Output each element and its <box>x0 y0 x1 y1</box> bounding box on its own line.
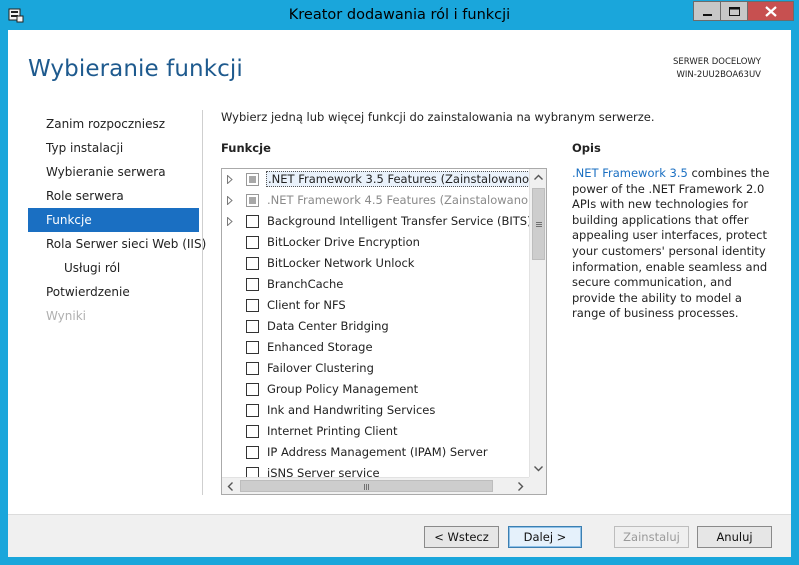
feature-row[interactable]: BitLocker Drive Encryption <box>222 232 529 253</box>
feature-label: BranchCache <box>267 277 344 291</box>
feature-row[interactable]: .NET Framework 4.5 Features (Zainstalowa… <box>222 190 529 211</box>
thumb-grip-line <box>364 484 365 490</box>
feature-row[interactable]: IP Address Management (IPAM) Server <box>222 442 529 463</box>
feature-label: Data Center Bridging <box>267 319 389 333</box>
feature-checkbox[interactable] <box>246 425 259 438</box>
feature-row[interactable]: BranchCache <box>222 274 529 295</box>
feature-row[interactable]: .NET Framework 3.5 Features (Zainstalowa… <box>222 169 529 190</box>
features-tree-list[interactable]: .NET Framework 3.5 Features (Zainstalowa… <box>221 168 547 495</box>
nav-step-server-selection[interactable]: Wybieranie serwera <box>28 160 199 184</box>
next-button[interactable]: Dalej > <box>508 526 582 548</box>
feature-label: .NET Framework 3.5 Features (Zainstalowa… <box>266 171 529 187</box>
feature-row[interactable]: Failover Clustering <box>222 358 529 379</box>
feature-label: Ink and Handwriting Services <box>267 403 436 417</box>
feature-checkbox[interactable] <box>246 257 259 270</box>
target-server-name: WIN-2UU2BOA63UV <box>676 70 762 80</box>
nav-step-results: Wyniki <box>46 309 86 323</box>
feature-label: BitLocker Network Unlock <box>267 256 415 270</box>
title-bar: Kreator dodawania ról i funkcji <box>0 0 799 30</box>
nav-step-web-server-role[interactable]: Rola Serwer sieci Web (IIS) <box>28 232 206 256</box>
page-title: Wybieranie funkcji <box>28 56 243 82</box>
thumb-grip-line <box>536 224 542 225</box>
feature-row[interactable]: Client for NFS <box>222 295 529 316</box>
expand-arrow-icon[interactable] <box>226 175 234 184</box>
feature-row[interactable]: Background Intelligent Transfer Service … <box>222 211 529 232</box>
features-header: Funkcje <box>221 141 271 155</box>
feature-row[interactable]: iSNS Server service <box>222 463 529 477</box>
maximize-button[interactable] <box>721 1 748 21</box>
feature-label: .NET Framework 4.5 Features (Zainstalowa… <box>267 193 529 207</box>
feature-checkbox[interactable] <box>246 194 259 207</box>
feature-row[interactable]: Group Policy Management <box>222 379 529 400</box>
feature-label: iSNS Server service <box>267 466 380 477</box>
feature-row[interactable]: Enhanced Storage <box>222 337 529 358</box>
target-server-info: SERWER DOCELOWY WIN-2UU2BOA63UV <box>673 56 761 82</box>
feature-label: Group Policy Management <box>267 382 419 396</box>
feature-label: IP Address Management (IPAM) Server <box>267 445 488 459</box>
scroll-left-arrow-icon[interactable] <box>222 478 239 495</box>
feature-checkbox[interactable] <box>246 341 259 354</box>
horizontal-scroll-thumb[interactable] <box>240 480 493 492</box>
description-header: Opis <box>572 141 601 155</box>
wizard-client-area: Wybieranie funkcji SERWER DOCELOWY WIN-2… <box>8 30 791 557</box>
nav-step-confirmation[interactable]: Potwierdzenie <box>28 280 199 304</box>
feature-checkbox[interactable] <box>246 467 259 477</box>
instruction-text: Wybierz jedną lub więcej funkcji do zain… <box>221 110 655 124</box>
nav-divider <box>202 110 203 495</box>
expand-arrow-icon[interactable] <box>226 217 234 226</box>
feature-checkbox[interactable] <box>246 362 259 375</box>
feature-label: Enhanced Storage <box>267 340 373 354</box>
wizard-steps-nav: Zanim rozpoczniesz Typ instalacji Wybier… <box>28 112 206 328</box>
nav-step-installation-type[interactable]: Typ instalacji <box>28 136 199 160</box>
thumb-grip-line <box>368 484 369 490</box>
nav-step-features[interactable]: Funkcje <box>28 208 199 232</box>
back-button[interactable]: < Wstecz <box>424 526 499 548</box>
maximize-icon <box>729 7 740 16</box>
feature-label: Client for NFS <box>267 298 346 312</box>
horizontal-scrollbar[interactable] <box>222 477 529 494</box>
nav-step-server-roles[interactable]: Role serwera <box>28 184 199 208</box>
expand-arrow-icon[interactable] <box>226 196 234 205</box>
scroll-down-arrow-icon[interactable] <box>530 460 547 477</box>
feature-checkbox[interactable] <box>246 173 259 186</box>
vertical-scroll-thumb[interactable] <box>532 188 545 260</box>
scroll-up-arrow-icon[interactable] <box>530 169 547 186</box>
feature-checkbox[interactable] <box>246 404 259 417</box>
window-title: Kreator dodawania ról i funkcji <box>288 7 511 23</box>
description-feature-link[interactable]: .NET Framework 3.5 <box>572 166 688 180</box>
feature-row[interactable]: Data Center Bridging <box>222 316 529 337</box>
scroll-right-arrow-icon[interactable] <box>512 478 529 495</box>
feature-row[interactable]: Ink and Handwriting Services <box>222 400 529 421</box>
feature-label: BitLocker Drive Encryption <box>267 235 420 249</box>
target-server-label: SERWER DOCELOWY <box>673 57 761 67</box>
minimize-button[interactable] <box>693 1 721 21</box>
feature-label: Background Intelligent Transfer Service … <box>267 214 529 228</box>
feature-checkbox[interactable] <box>246 236 259 249</box>
feature-checkbox[interactable] <box>246 320 259 333</box>
nav-step-role-services[interactable]: Usługi ról <box>28 256 199 280</box>
thumb-grip-line <box>366 484 367 490</box>
thumb-grip-line <box>536 226 542 227</box>
minimize-icon <box>703 14 712 16</box>
thumb-grip-line <box>536 222 542 223</box>
feature-row[interactable]: Internet Printing Client <box>222 421 529 442</box>
feature-checkbox[interactable] <box>246 299 259 312</box>
description-text: combines the power of the .NET Framework… <box>572 166 770 321</box>
nav-step-before-you-begin[interactable]: Zanim rozpoczniesz <box>28 112 199 136</box>
feature-checkbox[interactable] <box>246 383 259 396</box>
vertical-scrollbar[interactable] <box>529 169 546 477</box>
scrollbar-corner <box>529 477 546 494</box>
feature-row[interactable]: BitLocker Network Unlock <box>222 253 529 274</box>
feature-checkbox[interactable] <box>246 278 259 291</box>
feature-checkbox[interactable] <box>246 446 259 459</box>
feature-description: .NET Framework 3.5 combines the power of… <box>572 166 772 322</box>
cancel-button[interactable]: Anuluj <box>697 526 772 548</box>
feature-label: Internet Printing Client <box>267 424 398 438</box>
feature-checkbox[interactable] <box>246 215 259 228</box>
close-icon <box>765 6 777 17</box>
features-tree-viewport: .NET Framework 3.5 Features (Zainstalowa… <box>222 169 529 477</box>
close-button[interactable] <box>748 1 794 21</box>
install-button: Zainstaluj <box>614 526 689 548</box>
feature-label: Failover Clustering <box>267 361 374 375</box>
